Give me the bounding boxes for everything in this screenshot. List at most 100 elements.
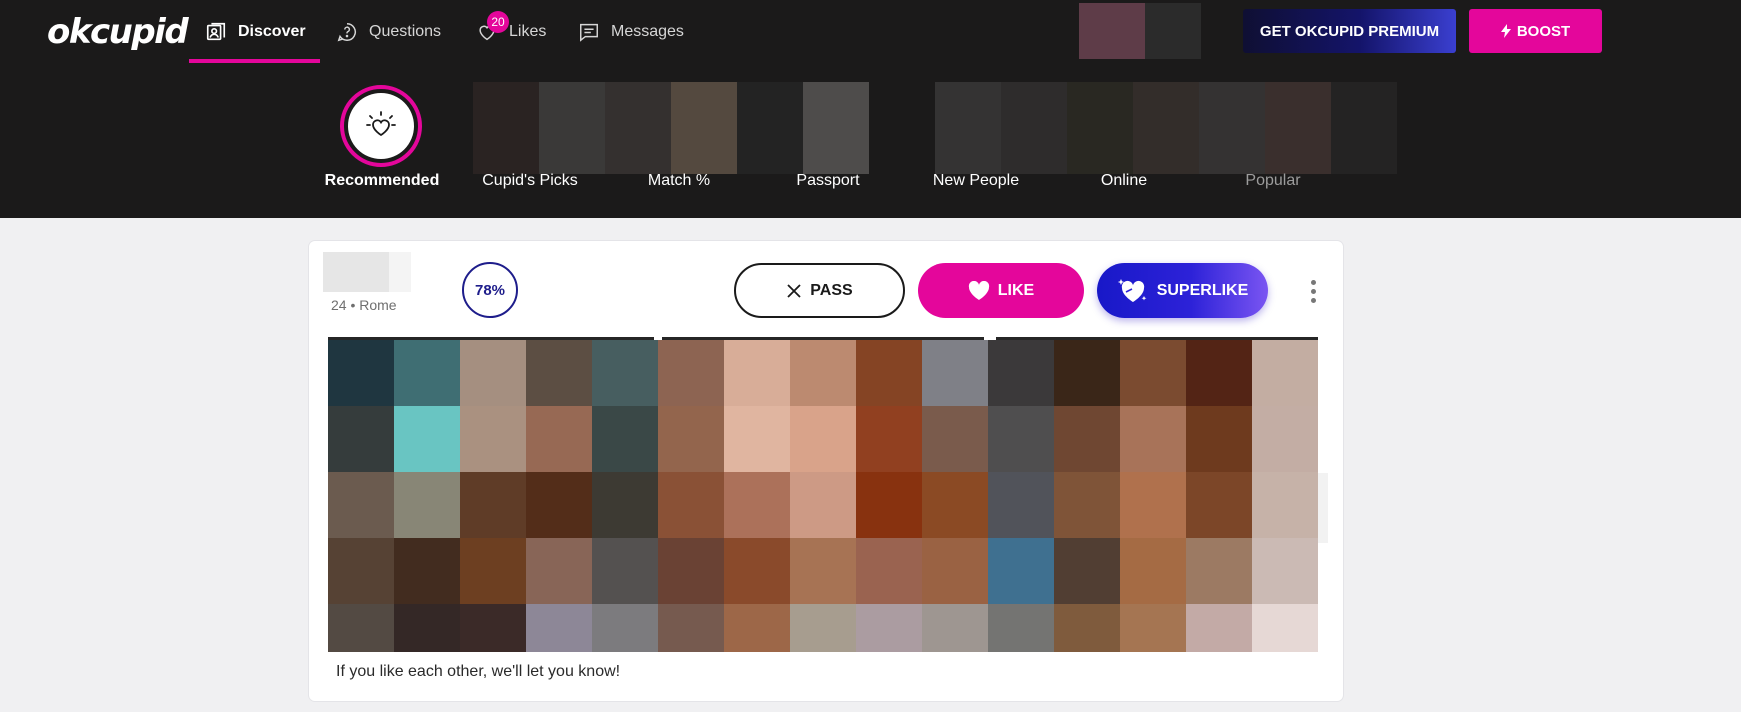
photo-pixel xyxy=(1252,472,1318,538)
more-options-icon[interactable] xyxy=(1303,276,1323,306)
logo[interactable]: okcupid xyxy=(47,12,189,52)
photo-pixel xyxy=(658,538,724,604)
online-thumbnail[interactable] xyxy=(1133,82,1199,174)
profile-name-redacted xyxy=(323,252,389,292)
get-premium-button[interactable]: GET OKCUPID PREMIUM xyxy=(1243,9,1456,53)
photo-pixel xyxy=(988,406,1054,472)
profile-photo[interactable] xyxy=(328,340,1318,652)
tab-recommended[interactable]: Recommended xyxy=(325,172,440,190)
passport-thumbnail[interactable] xyxy=(803,82,869,174)
photo-pixel xyxy=(790,406,856,472)
popular-thumbnail[interactable] xyxy=(1331,82,1397,174)
photo-pixel xyxy=(1186,406,1252,472)
tab-cupids-picks[interactable]: Cupid's Picks xyxy=(482,172,578,190)
photo-pixel xyxy=(394,604,460,652)
tab-online[interactable]: Online xyxy=(1101,172,1147,190)
photo-pixel xyxy=(328,406,394,472)
photo-pixel xyxy=(856,604,922,652)
photo-pixel xyxy=(988,472,1054,538)
tab-passport[interactable]: Passport xyxy=(796,172,859,190)
online-thumbnail[interactable] xyxy=(1067,82,1133,174)
photo-pixel xyxy=(790,472,856,538)
photo-pixel xyxy=(526,472,592,538)
photo-pixel xyxy=(1252,538,1318,604)
photo-pixel xyxy=(328,538,394,604)
new-people-thumbnail[interactable] xyxy=(935,82,1001,174)
photo-pixel xyxy=(922,340,988,406)
nav-likes[interactable]: Likes xyxy=(476,0,546,63)
photo-pixel xyxy=(790,340,856,406)
new-people-thumbnail[interactable] xyxy=(1001,82,1067,174)
like-label: LIKE xyxy=(997,281,1035,299)
tab-match-percent[interactable]: Match % xyxy=(648,172,710,190)
photo-pixel xyxy=(526,538,592,604)
nav-messages[interactable]: Messages xyxy=(578,0,684,63)
photo-pixel xyxy=(394,406,460,472)
superlike-button[interactable]: SUPERLIKE xyxy=(1097,263,1268,318)
photo-pixel xyxy=(328,604,394,652)
photo-pixel xyxy=(394,472,460,538)
photo-pixel xyxy=(328,472,394,538)
photo-pixel xyxy=(592,538,658,604)
popular-thumbnail[interactable] xyxy=(1199,82,1265,174)
mutual-like-note: If you like each other, we'll let you kn… xyxy=(336,663,621,680)
profile-age-location: 24 • Rome xyxy=(331,297,397,313)
match-thumbnail[interactable] xyxy=(671,82,737,174)
superlike-label: SUPERLIKE xyxy=(1156,281,1249,299)
photo-pixel xyxy=(1054,472,1120,538)
photo-pixel xyxy=(988,538,1054,604)
photo-pixel xyxy=(1252,604,1318,652)
profile-name-redacted xyxy=(389,252,411,292)
photo-pixel xyxy=(1186,472,1252,538)
discover-icon xyxy=(206,22,226,40)
photo-pixel xyxy=(526,340,592,406)
tab-popular[interactable]: Popular xyxy=(1245,172,1300,190)
pass-button[interactable]: PASS xyxy=(734,263,905,318)
photo-pixel xyxy=(460,604,526,652)
photo-pixel xyxy=(724,538,790,604)
passport-thumbnail[interactable] xyxy=(737,82,803,174)
nav-questions[interactable]: Questions xyxy=(336,0,441,63)
likes-count-badge: 20 xyxy=(487,11,509,33)
photo-pixel xyxy=(592,604,658,652)
nav-likes-label: Likes xyxy=(509,22,547,40)
top-navigation: okcupid Discover Questions Likes 20 Mess… xyxy=(0,0,1741,63)
photo-pixel xyxy=(1054,538,1120,604)
heart-icon xyxy=(968,280,989,300)
photo-pixel xyxy=(1054,406,1120,472)
photo-pixel xyxy=(526,406,592,472)
nav-discover[interactable]: Discover xyxy=(205,0,306,63)
user-avatar-secondary[interactable] xyxy=(1145,3,1201,59)
photo-pixel xyxy=(922,406,988,472)
photo-pixel xyxy=(592,472,658,538)
photo-pixel xyxy=(922,604,988,652)
discover-categories-bar xyxy=(0,63,1741,218)
photo-pixel xyxy=(658,472,724,538)
photo-pixel xyxy=(988,340,1054,406)
like-button[interactable]: LIKE xyxy=(918,263,1084,318)
cupids-picks-thumbnail[interactable] xyxy=(539,82,605,174)
photo-pixel xyxy=(1120,472,1186,538)
nav-discover-label: Discover xyxy=(238,22,306,40)
photo-pixel xyxy=(724,406,790,472)
tab-new-people[interactable]: New People xyxy=(933,172,1019,190)
match-thumbnail[interactable] xyxy=(605,82,671,174)
photo-pixel xyxy=(460,538,526,604)
photo-pixel xyxy=(658,406,724,472)
photo-pixel xyxy=(856,472,922,538)
photo-pixel xyxy=(592,406,658,472)
cupids-picks-thumbnail[interactable] xyxy=(473,82,539,174)
photo-next-edge[interactable] xyxy=(1318,473,1328,543)
photo-pixel xyxy=(658,340,724,406)
boost-button[interactable]: BOOST xyxy=(1469,9,1602,53)
user-avatar[interactable] xyxy=(1079,3,1145,59)
lightning-icon xyxy=(1500,24,1511,38)
photo-pixel xyxy=(988,604,1054,652)
recommended-tab-icon[interactable] xyxy=(340,85,422,167)
photo-pixel xyxy=(394,538,460,604)
popular-thumbnail[interactable] xyxy=(1265,82,1331,174)
photo-pixel xyxy=(724,472,790,538)
photo-pixel xyxy=(1186,340,1252,406)
photo-pixel xyxy=(922,472,988,538)
questions-icon xyxy=(337,22,356,41)
